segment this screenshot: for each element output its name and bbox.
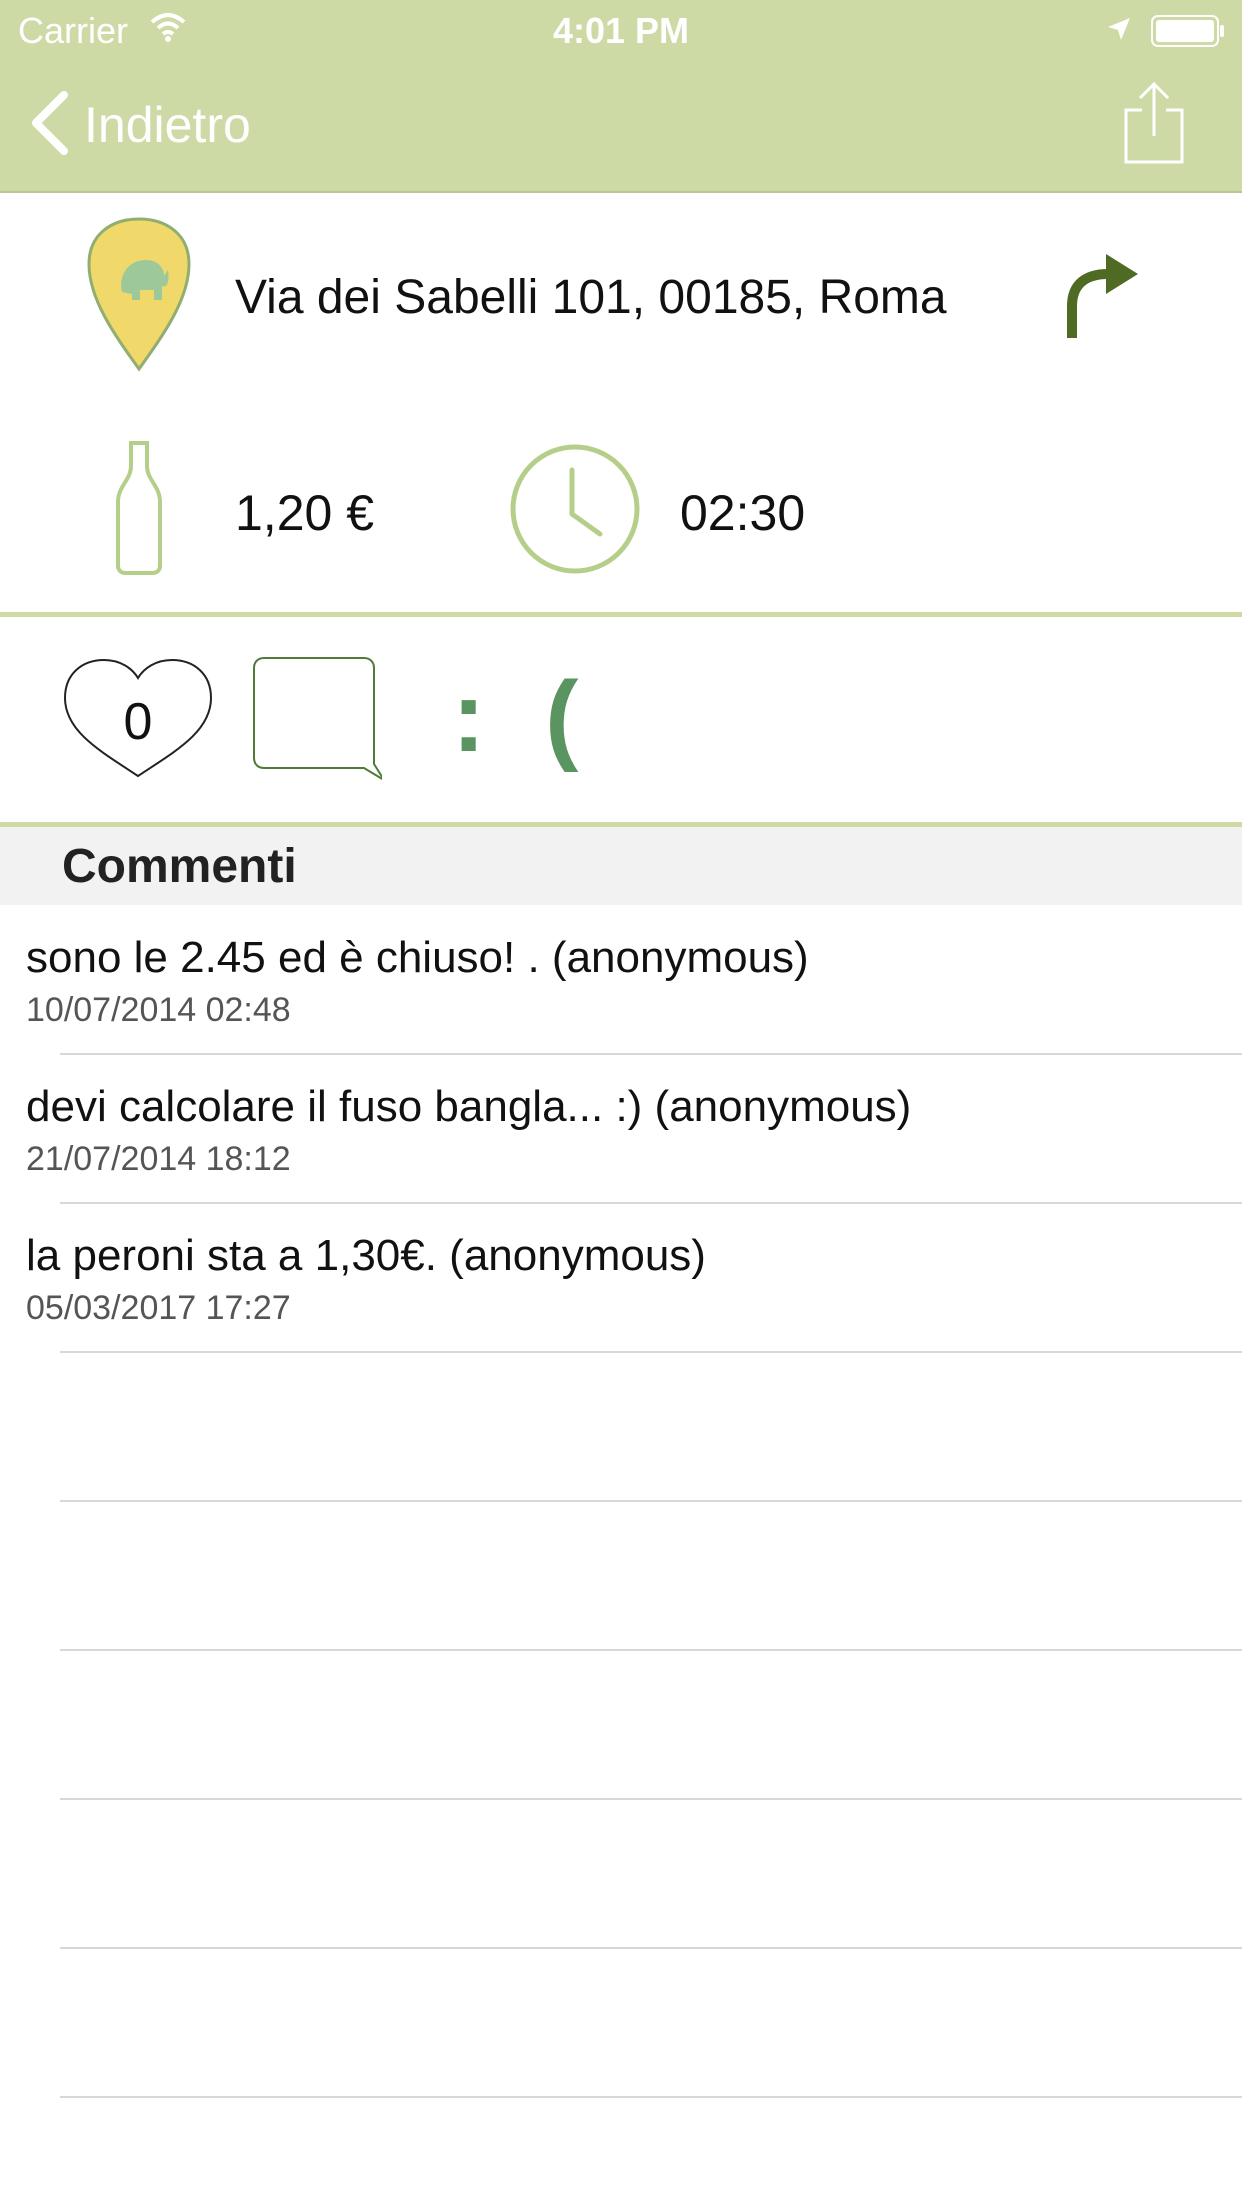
comment-date: 05/03/2017 17:27 [26,1289,291,1327]
back-button[interactable]: Indietro [30,90,251,160]
add-comment-button[interactable] [252,656,385,787]
comment-date: 10/07/2014 02:48 [26,991,291,1029]
clock-time: 4:01 PM [552,10,690,51]
location-arrow-icon [1106,16,1132,47]
comment-row[interactable]: la peroni sta a 1,30€. (anonymous) 05/03… [0,1203,1242,1351]
section-divider [0,612,1242,617]
price-text: 1,20 € [235,485,375,541]
comment-text: la peroni sta a 1,30€. (anonymous) [26,1231,706,1280]
share-icon [1124,81,1184,164]
bottle-icon [114,440,164,581]
comment-text: sono le 2.45 ed è chiuso! . (anonymous) [26,933,809,982]
chevron-left-icon [30,90,70,160]
share-button[interactable] [1122,80,1186,166]
like-count: 0 [123,693,153,751]
directions-arrow-icon [1067,254,1138,338]
comment-row[interactable]: sono le 2.45 ed è chiuso! . (anonymous) … [0,905,1242,1053]
row-separator [60,2096,1242,2098]
closing-time-text: 02:30 [680,485,806,541]
address-text: Via dei Sabelli 101, 00185, Roma [235,271,947,324]
directions-button[interactable] [1062,246,1142,347]
battery-icon [1150,14,1226,53]
row-separator [60,1798,1242,1800]
like-button[interactable]: 0 [62,656,214,782]
comment-text: devi calcolare il fuso bangla... :) (ano… [26,1082,912,1131]
comment-date: 21/07/2014 18:12 [26,1140,291,1178]
row-separator [60,1500,1242,1502]
comment-row[interactable]: devi calcolare il fuso bangla... :) (ano… [0,1054,1242,1202]
comment-bubble-icon [253,657,385,781]
row-separator [60,1649,1242,1651]
status-bar: Carrier 4:01 PM [0,0,1242,60]
map-pin-icon [84,214,194,379]
back-button-label: Indietro [84,97,251,153]
clock-icon [508,442,642,581]
comments-section-header: Commenti [0,827,1242,905]
row-separator [60,1947,1242,1949]
row-separator [60,1351,1242,1353]
navigation-header: Carrier 4:01 PM Indietro [0,0,1242,193]
comments-title: Commenti [62,840,297,893]
mood-indicator: : ( [452,661,595,773]
